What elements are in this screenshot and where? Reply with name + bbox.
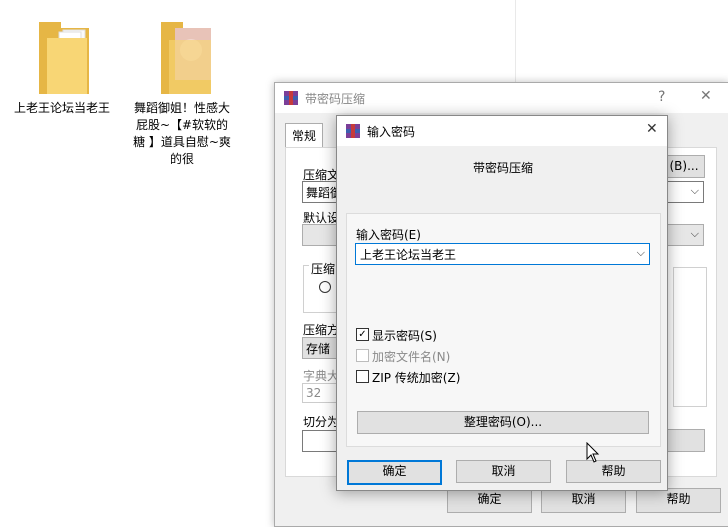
dict-size-label: 字典大 — [303, 369, 340, 383]
chevron-down-icon: ⌵ — [690, 184, 699, 197]
close-icon[interactable]: ✕ — [700, 88, 712, 104]
help-button[interactable]: 帮助 — [566, 460, 661, 483]
folder-2-label: 舞蹈御姐！性感大屁股~【#软软的糖 】道具自慰~爽的很 — [133, 101, 231, 166]
format-label: 压缩 — [309, 260, 338, 277]
tab-general[interactable]: 常规 — [285, 123, 324, 147]
show-password-checkbox[interactable]: ✓ — [356, 328, 369, 341]
organize-passwords-button[interactable]: 整理密码(O)... — [357, 411, 649, 434]
zip-legacy-label: ZIP 传统加密(Z) — [372, 371, 461, 385]
zip-legacy-checkbox[interactable] — [356, 370, 369, 383]
help-icon[interactable]: ? — [658, 89, 665, 105]
method-value: 存储 — [306, 342, 331, 356]
chevron-down-icon: ⌵ — [690, 227, 699, 240]
folder-photo-icon — [161, 22, 211, 94]
archive-dialog-titlebar: 带密码压缩 ? ✕ — [275, 83, 728, 113]
desktop-folder-1[interactable]: 上老王论坛当老王 — [12, 18, 112, 117]
options-group — [673, 267, 707, 407]
password-input[interactable]: 上老王论坛当老王 ⌵ — [355, 243, 650, 265]
show-password-label: 显示密码(S) — [372, 329, 437, 343]
winrar-icon — [346, 124, 360, 138]
chevron-down-icon: ⌵ — [636, 246, 645, 259]
format-radio[interactable] — [319, 281, 331, 293]
cancel-button[interactable]: 取消 — [541, 488, 626, 513]
password-dialog: 输入密码 ✕ 带密码压缩 输入密码(E) 上老王论坛当老王 ⌵ ✓ 显示密码(S… — [336, 115, 668, 491]
dict-size-value: 32 — [306, 386, 322, 400]
password-dialog-title: 输入密码 — [367, 125, 416, 139]
password-label: 输入密码(E) — [356, 228, 421, 242]
encrypt-names-checkbox[interactable] — [356, 349, 369, 362]
dialog-subtitle: 带密码压缩 — [473, 161, 534, 175]
folder-icon — [39, 22, 89, 94]
password-dialog-titlebar: 输入密码 ✕ — [337, 116, 667, 146]
options-button[interactable] — [667, 429, 705, 452]
help-button[interactable]: 帮助 — [636, 488, 721, 513]
browse-button[interactable]: (B)... — [663, 155, 705, 178]
encrypt-names-label: 加密文件名(N) — [372, 350, 451, 364]
mouse-cursor-icon — [586, 442, 600, 463]
archive-dialog-title: 带密码压缩 — [305, 92, 366, 106]
split-label: 切分为 — [303, 415, 340, 429]
ok-button[interactable]: 确定 — [347, 460, 442, 485]
ok-button[interactable]: 确定 — [447, 488, 532, 513]
method-label: 压缩方 — [303, 323, 340, 337]
winrar-icon — [284, 91, 298, 105]
close-icon[interactable]: ✕ — [646, 121, 658, 137]
password-value: 上老王论坛当老王 — [360, 248, 457, 262]
folder-1-label: 上老王论坛当老王 — [13, 101, 110, 115]
desktop-folder-2[interactable]: 舞蹈御姐！性感大屁股~【#软软的糖 】道具自慰~爽的很 — [132, 18, 232, 168]
cancel-button[interactable]: 取消 — [456, 460, 551, 483]
